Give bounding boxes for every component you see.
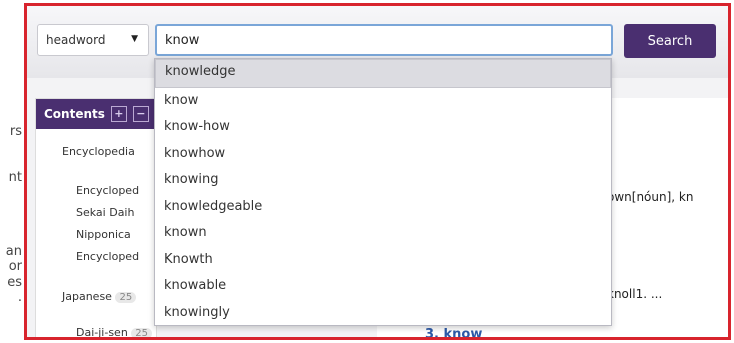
- suggestion-item[interactable]: know: [155, 88, 611, 115]
- edge-text-4: or: [8, 259, 22, 274]
- search-input[interactable]: [155, 24, 613, 56]
- tree-item-nipponica[interactable]: Nipponica: [76, 228, 131, 241]
- edge-text-5: es: [7, 275, 22, 290]
- tree-item-label: Encycloped: [76, 184, 140, 197]
- expand-button[interactable]: +: [110, 106, 127, 122]
- tree-item-japanese[interactable]: Japanese 25: [62, 290, 137, 303]
- tree-item-encyclopedia-1[interactable]: Encycloped: [76, 184, 139, 197]
- suggestion-item[interactable]: known: [155, 220, 611, 247]
- autocomplete-dropdown: knowledge know know-how knowhow knowing …: [154, 58, 612, 326]
- tree-item-dai-ji-sen[interactable]: Dai-ji-sen 25: [76, 326, 153, 339]
- search-scope-select[interactable]: headword ▼: [37, 24, 149, 56]
- dropdown-arrow-icon: ▼: [131, 34, 138, 44]
- search-button[interactable]: Search: [624, 24, 716, 58]
- highlight-frame: headword ▼ Search Contents + − Encyclope…: [24, 3, 731, 340]
- result-snippet: own[nóun], kn: [607, 190, 694, 204]
- count-badge: 25: [131, 328, 153, 337]
- count-badge: 25: [115, 292, 137, 303]
- result-link[interactable]: 3. know: [425, 327, 482, 337]
- contents-title: Contents: [44, 107, 105, 121]
- tree-item-encyclopedia-2[interactable]: Encycloped: [76, 250, 139, 263]
- tree-item-label: Dai-ji-sen: [76, 326, 128, 339]
- contents-panel: Contents + − Encyclopedia Encycloped Sek…: [35, 98, 157, 339]
- tree-item-sekai-daihyakka[interactable]: Sekai Daih: [76, 206, 134, 219]
- suggestion-item[interactable]: knowable: [155, 273, 611, 300]
- tree-item-label: Nipponica: [76, 228, 131, 241]
- edge-text-1: rs: [9, 124, 22, 139]
- tree-item-encyclopedia[interactable]: Encyclopedia: [62, 145, 135, 158]
- tree-item-label: Sekai Daih: [76, 206, 135, 219]
- collapse-button[interactable]: −: [132, 106, 149, 122]
- contents-header: Contents + −: [36, 99, 156, 129]
- edge-text-6: .: [17, 290, 22, 305]
- tree-item-label: Encyclopedia: [62, 145, 135, 158]
- search-scope-value: headword: [46, 33, 106, 47]
- suggestion-item[interactable]: knowledge: [155, 59, 611, 88]
- suggestion-item[interactable]: knowhow: [155, 141, 611, 168]
- edge-text-2: nt: [8, 170, 22, 185]
- suggestion-item[interactable]: Knowth: [155, 247, 611, 274]
- suggestion-item[interactable]: knowingly: [155, 300, 611, 327]
- tree-item-label: Japanese: [62, 290, 112, 303]
- suggestion-item[interactable]: know-how: [155, 114, 611, 141]
- tree-item-label: Encycloped: [76, 250, 140, 263]
- edge-text-3: an: [5, 244, 22, 259]
- result-snippet: knoll1. ...: [607, 287, 663, 301]
- suggestion-item[interactable]: knowledgeable: [155, 194, 611, 221]
- suggestion-item[interactable]: knowing: [155, 167, 611, 194]
